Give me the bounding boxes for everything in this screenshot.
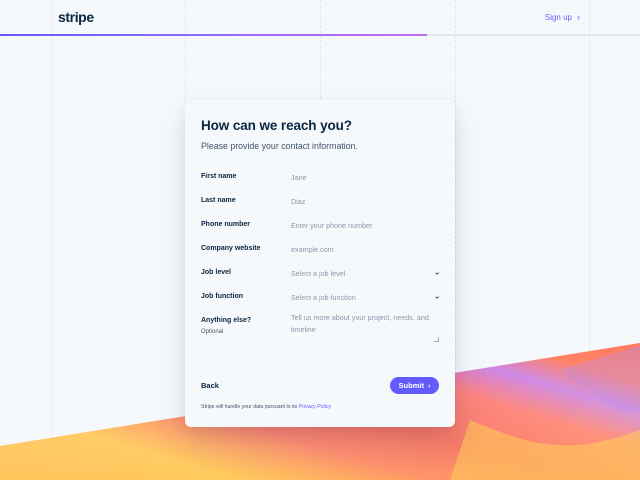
job-level-selected: Select a job level [291,268,346,278]
privacy-text: Stripe will handle your data pursuant to… [201,404,298,410]
resize-grip-icon[interactable] [434,337,439,342]
privacy-policy-link[interactable]: Privacy Policy [299,404,331,410]
submit-button[interactable]: Submit › [390,377,439,394]
form-title: How can we reach you? [201,118,352,133]
back-button[interactable]: Back [201,381,219,390]
job-level-select[interactable]: Select a job level › [291,266,443,280]
job-level-label: Job level [201,269,231,276]
sign-up-link[interactable]: Sign up › [545,12,580,22]
chevron-right-icon: › [577,12,580,22]
privacy-notice: Stripe will handle your data pursuant to… [201,404,331,410]
top-bar: stripe Sign up › [0,0,640,34]
optional-note: Optional [201,329,224,335]
last-name-input[interactable] [291,194,439,208]
anything-else-label: Anything else? [201,317,252,324]
anything-else-textarea[interactable] [291,312,439,346]
first-name-label: First name [201,173,237,180]
first-name-input[interactable] [291,170,439,184]
sign-up-label: Sign up [544,12,572,22]
contact-form-card: How can we reach you? Please provide you… [185,100,455,427]
progress-bar [0,34,640,36]
chevron-right-icon: › [427,381,431,390]
stripe-logo[interactable]: stripe [58,9,94,25]
job-function-select[interactable]: Select a job function › [291,290,443,304]
job-function-label: Job function [201,293,243,300]
phone-number-input[interactable] [291,218,439,232]
contact-form-page: stripe Sign up › How can we reach you? P… [0,0,640,480]
submit-label: Submit [398,381,424,390]
phone-number-label: Phone number [201,221,251,228]
company-website-input[interactable] [291,242,439,256]
job-function-selected: Select a job function [291,292,356,302]
last-name-label: Last name [201,197,236,204]
form-subtitle: Please provide your contact information. [201,141,358,151]
chevron-down-icon: › [433,295,443,299]
progress-bar-fill [0,34,427,36]
chevron-down-icon: › [433,271,443,275]
company-website-label: Company website [201,245,261,252]
